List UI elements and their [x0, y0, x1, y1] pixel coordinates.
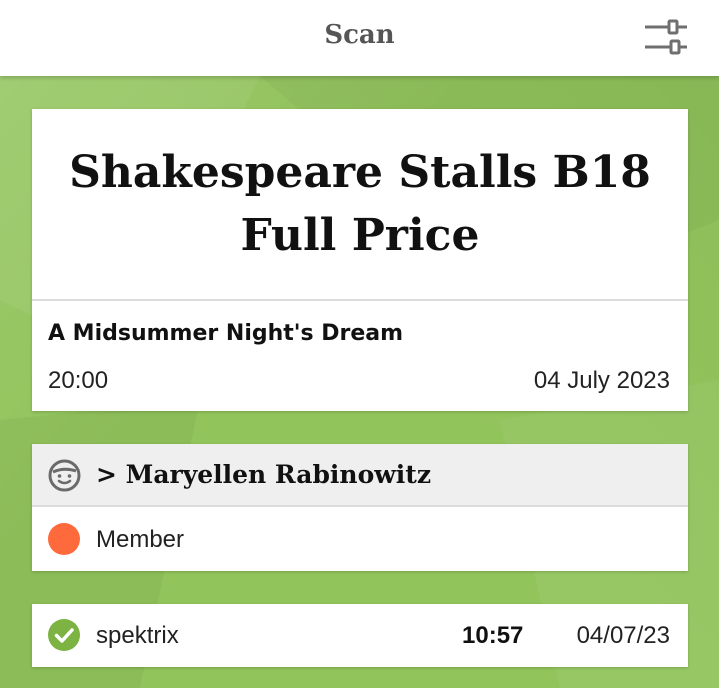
scan-time: 10:57: [462, 622, 524, 649]
membership-status-dot: [48, 523, 80, 555]
membership-row: Member: [32, 507, 688, 569]
event-time: 20:00: [48, 367, 109, 394]
sliders-icon: [645, 19, 687, 55]
customer-card: > Maryellen Rabinowitz Member: [32, 444, 688, 571]
ticket-card: Shakespeare Stalls B18 Full Price A Mids…: [32, 109, 688, 411]
scan-source: spektrix: [96, 622, 179, 649]
scan-date: 04/07/23: [576, 622, 670, 649]
app-header: Scan: [0, 0, 719, 76]
face-icon: [48, 459, 81, 492]
ticket-seat: Shakespeare Stalls B18: [69, 147, 651, 198]
ticket-price-band: Full Price: [240, 210, 480, 261]
membership-label: Member: [96, 526, 185, 553]
event-name: A Midsummer Night's Dream: [48, 321, 404, 346]
check-circle-icon: [48, 619, 80, 651]
event-date: 04 July 2023: [533, 367, 670, 394]
ticket-title: Shakespeare Stalls B18 Full Price: [69, 141, 651, 267]
customer-header[interactable]: > Maryellen Rabinowitz: [32, 444, 688, 507]
settings-button[interactable]: [643, 18, 689, 58]
page-title: Scan: [324, 20, 395, 50]
scan-record-card: spektrix 10:57 04/07/23: [32, 604, 688, 667]
customer-name: > Maryellen Rabinowitz: [96, 460, 432, 489]
ticket-header: Shakespeare Stalls B18 Full Price: [32, 109, 688, 301]
